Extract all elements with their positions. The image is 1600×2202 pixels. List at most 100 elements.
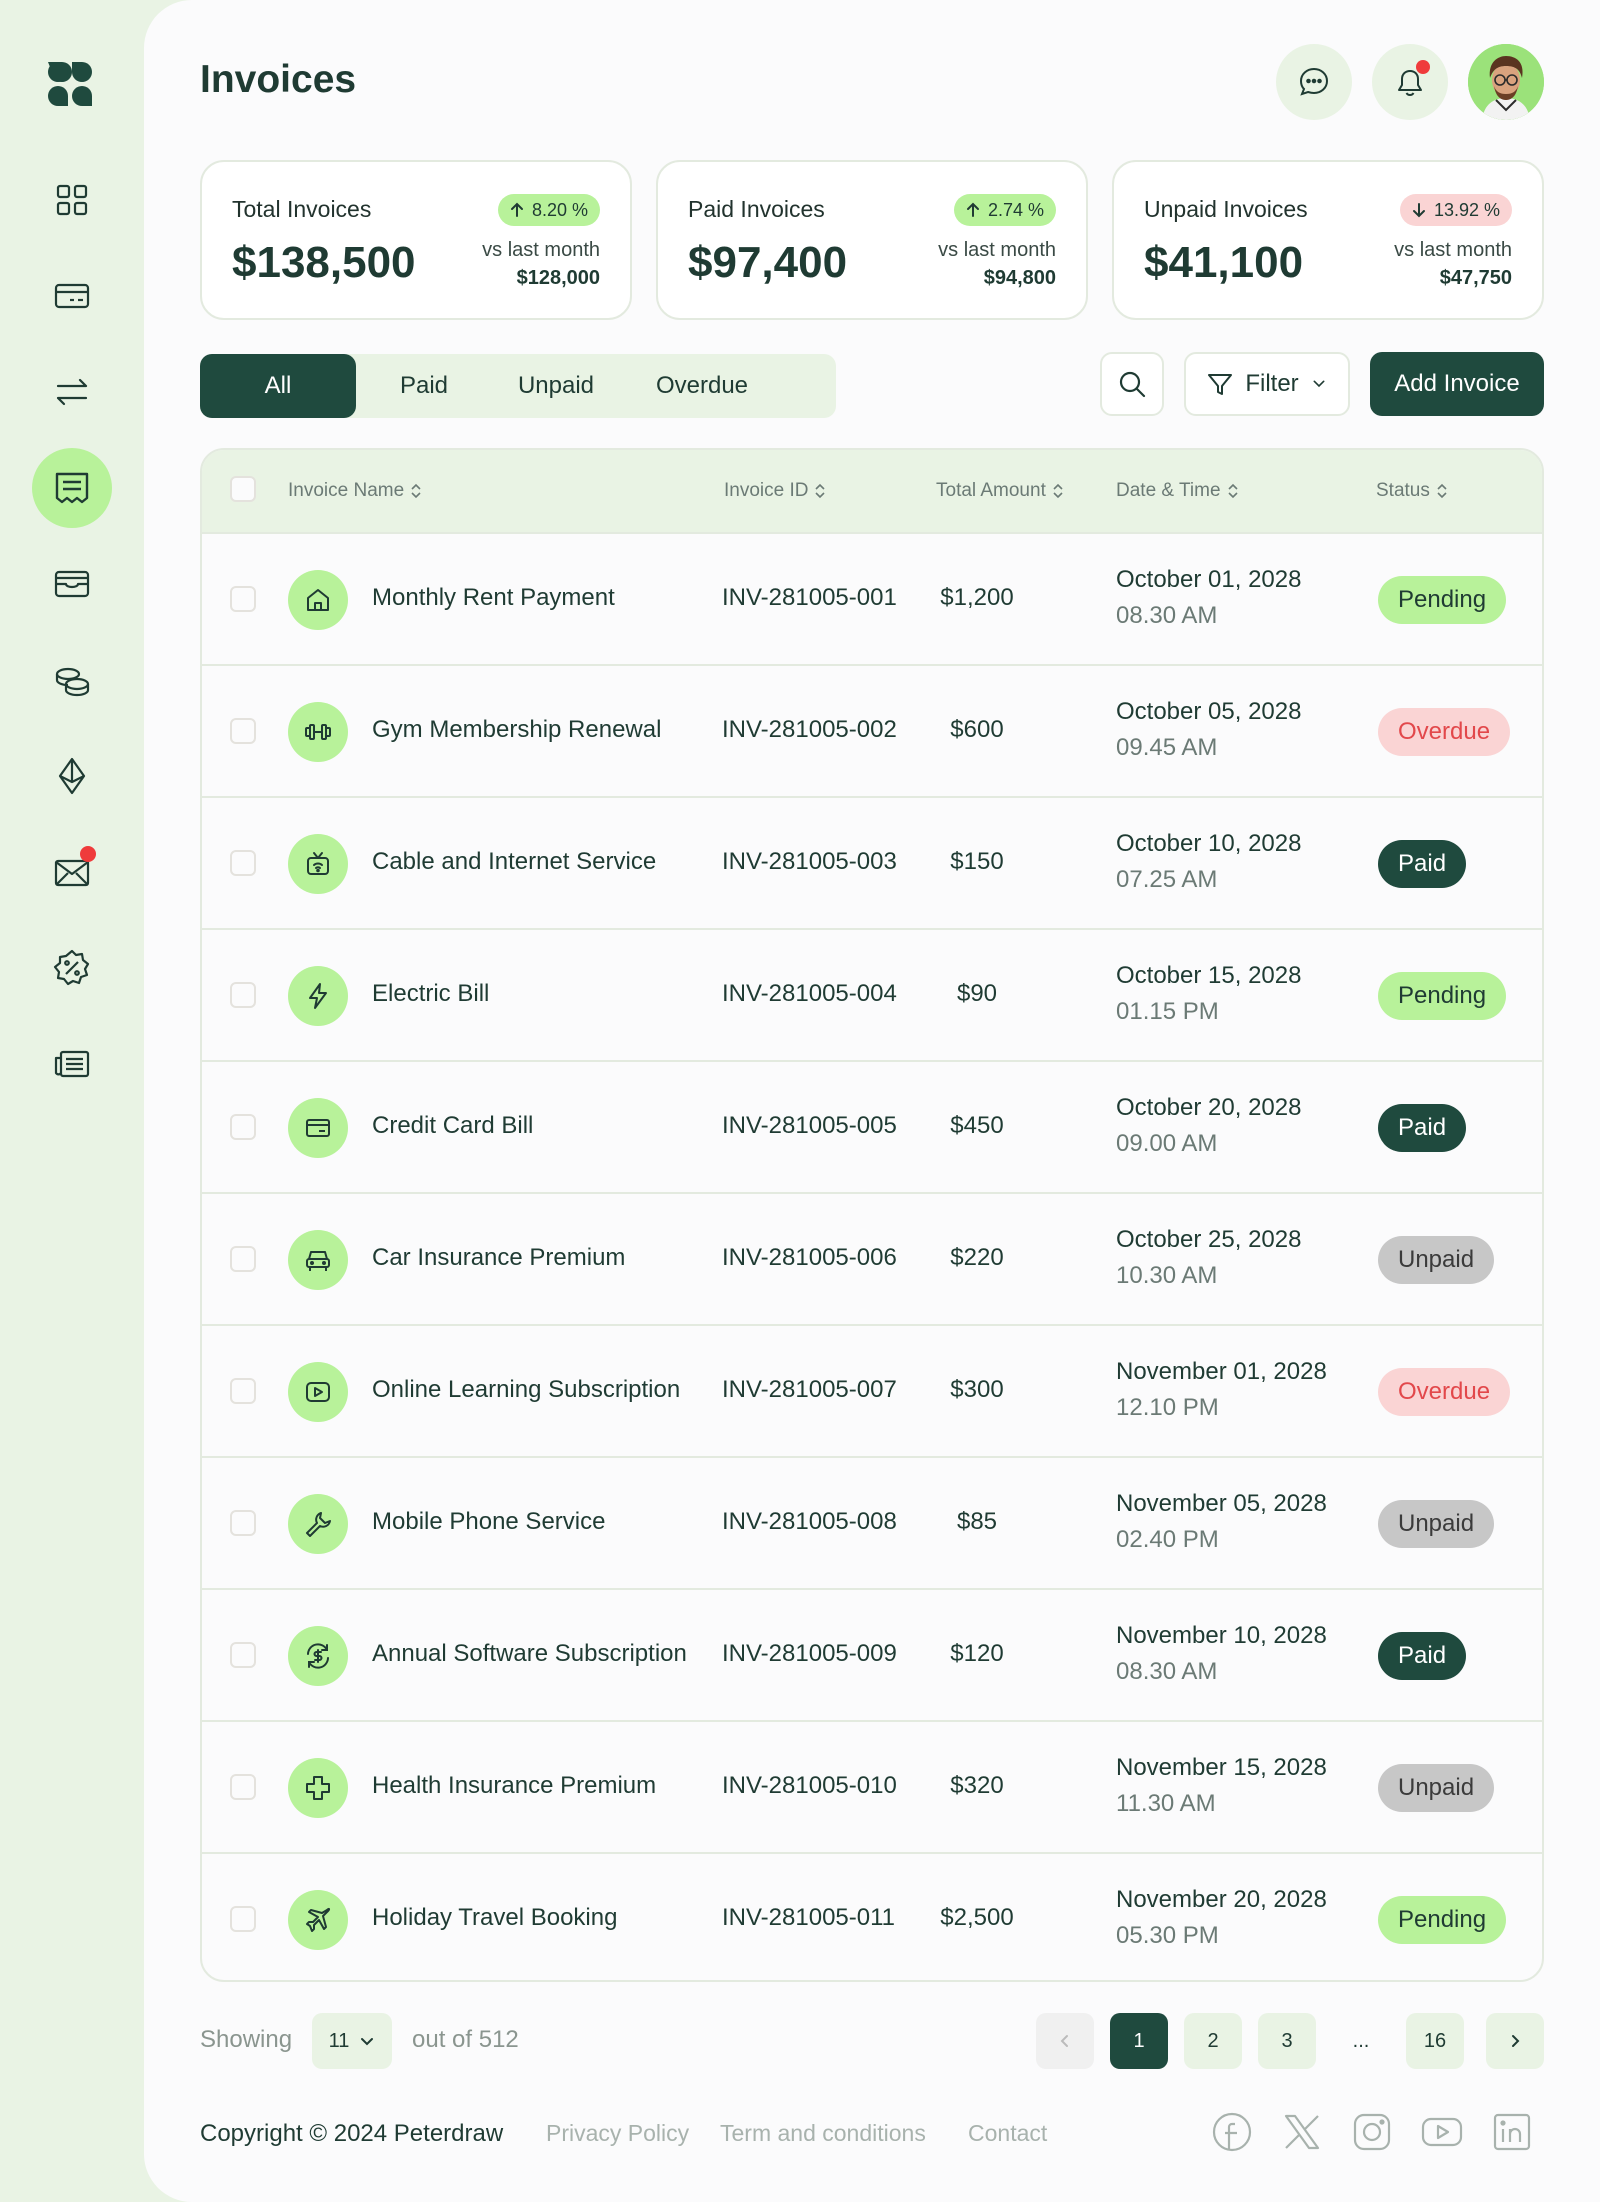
user-avatar-image (1468, 44, 1544, 120)
chevron-left-icon (1060, 2035, 1068, 2047)
kpi-value: $41,100 (1144, 238, 1304, 287)
tab-all[interactable]: All (200, 354, 356, 418)
arrow-down-icon (1412, 203, 1425, 218)
search-icon (1119, 371, 1146, 398)
table-row[interactable]: Cable and Internet Service INV-281005-00… (202, 796, 1542, 928)
page-button[interactable]: 2 (1184, 2013, 1242, 2069)
sidebar-item-dashboard[interactable] (32, 160, 112, 240)
kpi-change-badge: 8.20 % (497, 194, 600, 226)
row-checkbox[interactable] (230, 1510, 256, 1536)
coins-icon (55, 667, 90, 697)
row-checkbox[interactable] (230, 1642, 256, 1668)
column-header-amount[interactable]: Total Amount (936, 450, 1064, 532)
x-link[interactable] (1280, 2110, 1324, 2154)
page-button[interactable]: 1 (1110, 2013, 1168, 2069)
next-page-button[interactable] (1486, 2013, 1544, 2069)
sidebar-item-offers[interactable] (32, 928, 112, 1008)
sidebar-item-cards[interactable] (32, 256, 112, 336)
kpi-compare-label: vs last month (938, 239, 1056, 261)
tab-paid[interactable]: Paid (360, 354, 488, 418)
column-header-name[interactable]: Invoice Name (288, 450, 422, 532)
invoice-icon (55, 472, 89, 504)
row-checkbox[interactable] (230, 718, 256, 744)
sidebar-item-invoices[interactable] (32, 448, 112, 528)
table-row[interactable]: Holiday Travel Booking INV-281005-011 $2… (202, 1852, 1542, 1980)
footer-link-contact[interactable]: Contact (968, 2120, 1047, 2147)
row-category (288, 966, 348, 1026)
invoice-time: 08.30 AM (1116, 602, 1218, 629)
avatar[interactable] (1468, 44, 1544, 120)
instagram-link[interactable] (1350, 2110, 1394, 2154)
kpi-compare-label: vs last month (482, 239, 600, 261)
column-header-id[interactable]: Invoice ID (724, 450, 826, 532)
chat-button[interactable] (1276, 44, 1352, 120)
table-row[interactable]: Gym Membership Renewal INV-281005-002 $6… (202, 664, 1542, 796)
invoice-date: October 10, 2028 (1116, 830, 1302, 857)
sidebar-item-messages[interactable] (32, 832, 112, 912)
youtube-link[interactable] (1420, 2110, 1464, 2154)
column-header-status[interactable]: Status (1376, 450, 1448, 532)
chevron-right-icon (1512, 2035, 1520, 2047)
table-row[interactable]: Online Learning Subscription INV-281005-… (202, 1324, 1542, 1456)
prev-page-button[interactable] (1036, 2013, 1094, 2069)
row-category (288, 570, 348, 630)
column-header-date[interactable]: Date & Time (1116, 450, 1239, 532)
page-ellipsis: ... (1352, 2029, 1370, 2052)
row-checkbox[interactable] (230, 982, 256, 1008)
row-checkbox[interactable] (230, 1774, 256, 1800)
dashboard-grid-icon (56, 184, 88, 216)
invoice-time: 10.30 AM (1116, 1262, 1218, 1289)
facebook-icon (1212, 2112, 1252, 2152)
medical-cross-icon (306, 1776, 330, 1800)
page-size-select[interactable]: 11 (312, 2013, 392, 2069)
brand-logo[interactable] (44, 58, 96, 110)
invoice-time: 08.30 AM (1116, 1658, 1218, 1685)
table-row[interactable]: Electric Bill INV-281005-004 $90 October… (202, 928, 1542, 1060)
kpi-card-unpaid: Unpaid Invoices $41,100 13.92 % vs last … (1112, 160, 1544, 320)
select-all-checkbox[interactable] (230, 476, 256, 502)
table-row[interactable]: Annual Software Subscription INV-281005-… (202, 1588, 1542, 1720)
invoices-table: Invoice Name Invoice ID Total Amount Dat… (200, 448, 1544, 1982)
sidebar-item-transfers[interactable] (32, 352, 112, 432)
sidebar-item-coins[interactable] (32, 640, 112, 720)
invoice-time: 09.00 AM (1116, 1130, 1218, 1157)
table-row[interactable]: Monthly Rent Payment INV-281005-001 $1,2… (202, 532, 1542, 664)
invoice-time: 02.40 PM (1116, 1526, 1219, 1553)
filter-button[interactable]: Filter (1184, 352, 1350, 416)
page-button[interactable]: 16 (1406, 2013, 1464, 2069)
table-row[interactable]: Car Insurance Premium INV-281005-006 $22… (202, 1192, 1542, 1324)
table-row[interactable]: Credit Card Bill INV-281005-005 $450 Oct… (202, 1060, 1542, 1192)
row-checkbox[interactable] (230, 1246, 256, 1272)
table-row[interactable]: Health Insurance Premium INV-281005-010 … (202, 1720, 1542, 1852)
invoice-date: November 20, 2028 (1116, 1886, 1327, 1913)
search-button[interactable] (1100, 352, 1164, 416)
table-row[interactable]: Mobile Phone Service INV-281005-008 $85 … (202, 1456, 1542, 1588)
invoice-amount: $300 (950, 1376, 1004, 1403)
invoice-name: Health Insurance Premium (372, 1772, 657, 1799)
row-checkbox[interactable] (230, 1114, 256, 1140)
sidebar-item-crypto[interactable] (32, 736, 112, 816)
row-checkbox[interactable] (230, 850, 256, 876)
invoice-name: Gym Membership Renewal (372, 716, 662, 743)
invoice-time: 09.45 AM (1116, 734, 1218, 761)
sidebar-item-wallet[interactable] (32, 544, 112, 624)
linkedin-link[interactable] (1490, 2110, 1534, 2154)
footer-link-privacy[interactable]: Privacy Policy (546, 2120, 689, 2147)
footer-link-terms[interactable]: Term and conditions (720, 2120, 926, 2147)
invoice-name: Car Insurance Premium (372, 1244, 626, 1271)
row-checkbox[interactable] (230, 586, 256, 612)
kpi-change-badge: 2.74 % (953, 194, 1056, 226)
add-invoice-button[interactable]: Add Invoice (1370, 352, 1544, 416)
tab-unpaid[interactable]: Unpaid (490, 354, 622, 418)
row-checkbox[interactable] (230, 1378, 256, 1404)
tab-overdue[interactable]: Overdue (624, 354, 780, 418)
facebook-link[interactable] (1210, 2110, 1254, 2154)
invoice-amount: $150 (950, 848, 1004, 875)
kpi-change: 2.74 % (987, 199, 1044, 220)
sidebar-item-news[interactable] (32, 1024, 112, 1104)
page-button[interactable]: 3 (1258, 2013, 1316, 2069)
notifications-button[interactable] (1372, 44, 1448, 120)
row-checkbox[interactable] (230, 1906, 256, 1932)
chevron-down-icon (361, 2038, 374, 2046)
table-header: Invoice Name Invoice ID Total Amount Dat… (202, 450, 1542, 532)
